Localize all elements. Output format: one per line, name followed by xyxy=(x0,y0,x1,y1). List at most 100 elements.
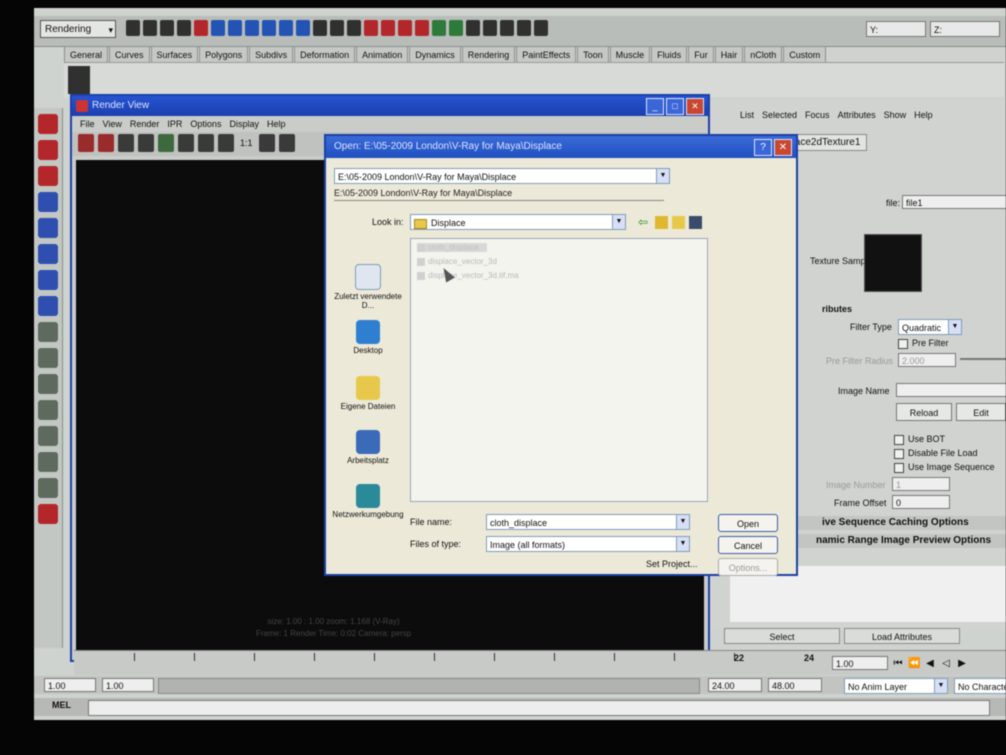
anim-layer-select[interactable]: No Anim Layer ▼ xyxy=(844,678,948,694)
shelf-tab[interactable]: Fluids xyxy=(651,46,688,62)
select-object-icon[interactable] xyxy=(194,20,208,36)
construction-icon[interactable] xyxy=(347,20,361,36)
list-item[interactable]: cloth_displace xyxy=(417,243,487,252)
open-button[interactable]: Open xyxy=(718,514,778,532)
render-settings-icon[interactable] xyxy=(466,20,480,36)
menu-file[interactable]: File xyxy=(80,116,95,132)
shelf-tab[interactable]: nCloth xyxy=(744,46,783,62)
tool-settings-icon[interactable] xyxy=(534,20,548,36)
place-network[interactable]: Netzwerkumgebung xyxy=(332,484,404,519)
lock-icon[interactable] xyxy=(330,20,344,36)
end-time-field[interactable]: 48.00 xyxy=(768,678,822,692)
render-region-icon[interactable] xyxy=(138,134,154,152)
help-icon[interactable] xyxy=(313,20,327,36)
menu-help[interactable]: Help xyxy=(267,116,286,132)
hypershade-icon[interactable] xyxy=(483,20,497,36)
new-folder-icon[interactable] xyxy=(672,216,685,229)
magnet-point-icon[interactable] xyxy=(398,20,412,36)
render-view-shelf-icon[interactable] xyxy=(68,66,90,94)
show-ui-icon[interactable] xyxy=(500,20,514,36)
play-forwards-icon[interactable]: ▶ xyxy=(956,658,968,670)
place-my-documents[interactable]: Eigene Dateien xyxy=(332,376,404,411)
magnet-curve-icon[interactable] xyxy=(381,20,395,36)
look-in-select[interactable]: Displace ▼ xyxy=(410,214,626,230)
pre-filter-radius-slider[interactable] xyxy=(960,358,1006,360)
magnet-live-icon[interactable] xyxy=(415,20,429,36)
shelf-tab[interactable]: Curves xyxy=(109,46,150,62)
select-hierarchy-icon[interactable] xyxy=(177,20,191,36)
real-size-button[interactable]: 1:1 xyxy=(238,134,255,152)
ipr-icon[interactable] xyxy=(98,134,114,152)
playback-end-field[interactable]: 24.00 xyxy=(708,678,762,692)
shelf-tab[interactable]: Custom xyxy=(783,46,827,62)
shelf-tab[interactable]: Muscle xyxy=(609,46,651,62)
layout-four-icon[interactable] xyxy=(38,348,58,368)
menu-options[interactable]: Options xyxy=(190,116,221,132)
set-project-button[interactable]: Set Project... xyxy=(646,559,698,569)
help-icon[interactable]: ? xyxy=(754,139,772,156)
disable-file-load-checkbox[interactable]: Disable File Load xyxy=(894,448,978,459)
frame-offset-field[interactable]: 0 xyxy=(892,495,950,509)
scale-tool-icon[interactable] xyxy=(38,244,58,264)
ipr-render-icon[interactable] xyxy=(449,20,463,36)
shelf-tab[interactable]: Dynamics xyxy=(409,46,461,62)
render-view-titlebar[interactable]: Render View _ □ ✕ xyxy=(72,96,708,116)
menu-list[interactable]: List xyxy=(740,110,754,120)
step-back-key-icon[interactable]: ⏪ xyxy=(908,658,920,670)
save-scene-icon[interactable] xyxy=(160,20,174,36)
shelf-tab[interactable]: Hair xyxy=(714,46,744,62)
render-icon[interactable] xyxy=(432,20,446,36)
character-select[interactable]: No Character xyxy=(954,678,1006,694)
menu-view[interactable]: View xyxy=(103,116,122,132)
menu-display[interactable]: Display xyxy=(229,116,259,132)
shelf-tab[interactable]: General xyxy=(64,46,109,62)
snapshot-icon[interactable] xyxy=(158,134,174,152)
snap-curve-icon[interactable] xyxy=(228,20,242,36)
luminance-icon[interactable] xyxy=(218,134,234,152)
file-node-field[interactable]: file1 xyxy=(902,195,1006,209)
cancel-button[interactable]: Cancel xyxy=(718,536,778,554)
numeric-input-y[interactable]: Y: xyxy=(866,21,926,37)
options-button[interactable]: Options... xyxy=(718,558,778,576)
shelf-tab[interactable]: Surfaces xyxy=(150,46,199,62)
load-attributes-button[interactable]: Load Attributes xyxy=(844,628,960,644)
minimize-icon[interactable]: _ xyxy=(646,98,664,115)
menu-selected[interactable]: Selected xyxy=(762,110,797,120)
list-item[interactable]: displace_vector_3d xyxy=(417,257,497,266)
place-my-computer[interactable]: Arbeitsplatz xyxy=(332,430,404,465)
use-image-sequence-checkbox[interactable]: Use Image Sequence xyxy=(894,462,995,473)
layout-hypershade-icon[interactable] xyxy=(38,452,58,472)
redo-render-icon[interactable] xyxy=(78,134,94,152)
alpha-icon[interactable] xyxy=(198,134,214,152)
menu-help[interactable]: Help xyxy=(914,110,933,120)
range-slider[interactable] xyxy=(158,678,700,694)
dialog-titlebar[interactable]: Open: E:\05-2009 London\V-Ray for Maya\D… xyxy=(326,136,796,158)
shelf-tab[interactable]: Deformation xyxy=(294,46,356,62)
reload-button[interactable]: Reload xyxy=(896,403,952,421)
image-name-field[interactable] xyxy=(896,383,1006,397)
start-time-field[interactable]: 1.00 xyxy=(44,678,96,692)
layout-render-icon[interactable] xyxy=(38,504,58,524)
layout-single-icon[interactable] xyxy=(38,322,58,342)
path-combo[interactable]: E:\05-2009 London\V-Ray for Maya\Displac… xyxy=(334,168,670,184)
shelf-tab[interactable]: Animation xyxy=(356,46,409,62)
pre-filter-checkbox[interactable]: Pre Filter xyxy=(898,338,949,349)
snap-plane-icon[interactable] xyxy=(262,20,276,36)
pre-filter-radius-field[interactable]: 2.000 xyxy=(898,353,956,367)
current-frame-field[interactable]: 1.00 xyxy=(832,656,888,670)
remove-image-icon[interactable] xyxy=(278,134,295,152)
shelf-tab[interactable]: PaintEffects xyxy=(516,46,577,62)
layout-two-icon[interactable] xyxy=(38,374,58,394)
layout-graph-icon[interactable] xyxy=(38,426,58,446)
close-icon[interactable]: ✕ xyxy=(686,98,704,115)
shelf-tab[interactable]: Fur xyxy=(688,46,714,62)
section-file-attributes[interactable]: ributes xyxy=(822,304,852,314)
use-bot-checkbox[interactable]: Use BOT xyxy=(894,434,945,445)
mel-label[interactable]: MEL xyxy=(52,700,71,710)
keep-image-icon[interactable] xyxy=(258,134,275,152)
file-name-input[interactable]: cloth_displace ▼ xyxy=(486,514,690,530)
select-button[interactable]: Select xyxy=(724,628,840,644)
go-to-start-icon[interactable]: ⏮ xyxy=(892,658,904,670)
select-tool-icon[interactable] xyxy=(38,114,58,134)
filter-type-select[interactable]: Quadratic ▼ xyxy=(898,319,962,335)
